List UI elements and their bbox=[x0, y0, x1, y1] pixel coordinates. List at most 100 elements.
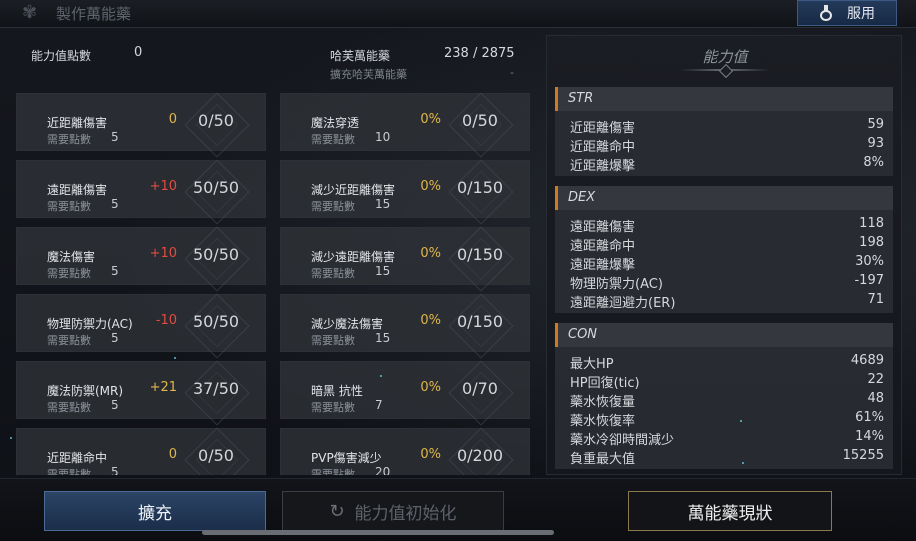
stat-label: 遠距離傷害 bbox=[570, 220, 636, 235]
stat-value: 93 bbox=[867, 136, 884, 151]
required-points-value: 5 bbox=[111, 465, 119, 475]
stat-label: HP回復(tic) bbox=[570, 376, 640, 391]
required-points-label: 需要點數 bbox=[47, 468, 91, 475]
stat-name: 減少魔法傷害 bbox=[311, 317, 384, 331]
stat-value: 30% bbox=[855, 254, 884, 269]
sparkle bbox=[174, 357, 176, 359]
sparkle bbox=[10, 437, 12, 439]
sparkle bbox=[740, 420, 742, 422]
elixir-stat-card[interactable]: 魔法防禦(MR) 需要點數 5 +21 37/50 bbox=[16, 360, 266, 426]
stat-value: 22 bbox=[867, 372, 884, 387]
stat-bonus: 0% bbox=[420, 380, 441, 395]
stat-level: 0/150 bbox=[456, 312, 504, 331]
elixir-stat-card[interactable]: 減少魔法傷害 需要點數 15 0% 0/150 bbox=[280, 293, 530, 359]
use-button[interactable]: 服用 bbox=[797, 0, 897, 26]
stat-name: 物理防禦力(AC) bbox=[47, 317, 133, 331]
elixir-stat-card[interactable]: 近距離傷害 需要點數 5 0 0/50 bbox=[16, 92, 266, 158]
stat-label: 遠距離命中 bbox=[570, 239, 636, 254]
elixir-stat-card[interactable]: 物理防禦力(AC) 需要點數 5 -10 50/50 bbox=[16, 293, 266, 359]
window-title: 製作萬能藥 bbox=[56, 5, 132, 23]
required-points-label: 需要點數 bbox=[47, 133, 91, 146]
stat-bonus: 0 bbox=[168, 447, 177, 462]
stat-label: 藥水冷卻時間減少 bbox=[570, 433, 675, 448]
stat-name: 魔法穿透 bbox=[311, 116, 360, 130]
elixir-stat-card[interactable]: 魔法穿透 需要點數 10 0% 0/50 bbox=[280, 92, 530, 158]
elixir-panel: 能力值點數 0 哈芙萬能藥 238 / 2875 擴充哈芙萬能藥 - 近距離傷害… bbox=[16, 35, 538, 475]
required-points-value: 5 bbox=[111, 130, 119, 144]
stat-group-header: DEX bbox=[555, 186, 893, 210]
stat-label: 近距離爆擊 bbox=[570, 159, 636, 174]
stat-name: 減少遠距離傷害 bbox=[311, 250, 396, 264]
stat-value: 71 bbox=[867, 292, 884, 307]
stat-value: 4689 bbox=[850, 353, 884, 368]
stat-bonus: 0% bbox=[420, 313, 441, 328]
stat-label: 近距離傷害 bbox=[570, 121, 636, 136]
elixir-stat-card[interactable]: 遠距離傷害 需要點數 5 +10 50/50 bbox=[16, 159, 266, 225]
stat-bonus: 0 bbox=[168, 112, 177, 127]
stat-row: 遠距離爆擊 30% bbox=[570, 254, 884, 273]
stat-name: 暗黑 抗性 bbox=[311, 384, 363, 398]
reset-stats-button[interactable]: ↻ 能力值初始化 bbox=[282, 491, 504, 531]
required-points-label: 需要點數 bbox=[47, 200, 91, 213]
stat-bonus: +10 bbox=[149, 179, 177, 194]
stat-row: 遠距離迴避力(ER) 71 bbox=[570, 292, 884, 311]
stat-label: 近距離命中 bbox=[570, 140, 636, 155]
elixir-stat-card[interactable]: PVP傷害減少 需要點數 20 0% 0/200 bbox=[280, 427, 530, 475]
sparkle bbox=[380, 375, 382, 377]
stat-name: 減少近距離傷害 bbox=[311, 183, 396, 197]
required-points-label: 需要點數 bbox=[311, 468, 355, 475]
stat-group-con: CON 最大HP 4689 HP回復(tic) 22 藥水恢復量 48 藥水恢復率 61% 藥水冷… bbox=[555, 323, 893, 469]
required-points-label: 需要點數 bbox=[47, 401, 91, 414]
stat-row: 物理防禦力(AC) -197 bbox=[570, 273, 884, 292]
elixir-stat-card[interactable]: 暗黑 抗性 需要點數 7 0% 0/70 bbox=[280, 360, 530, 426]
potion-icon bbox=[819, 5, 833, 21]
stat-value: 48 bbox=[867, 391, 884, 406]
crest-icon: ✾ bbox=[22, 2, 38, 23]
scrollbar[interactable] bbox=[202, 530, 554, 535]
stats-panel: 能力值 STR 近距離傷害 59 近距離命中 93 近距離爆擊 8% DEX 遠距離傷害 118 遠… bbox=[546, 35, 902, 475]
stat-bonus: -10 bbox=[155, 313, 177, 328]
title-bar: ✾ 製作萬能藥 服用 bbox=[0, 0, 916, 28]
elixir-label: 哈芙萬能藥 bbox=[330, 49, 391, 63]
stat-bonus: +21 bbox=[149, 380, 177, 395]
stat-group-header: CON bbox=[555, 323, 893, 347]
stat-row: 藥水冷卻時間減少 14% bbox=[570, 429, 884, 448]
required-points-value: 10 bbox=[375, 130, 391, 144]
stat-label: 最大HP bbox=[570, 357, 614, 372]
required-points-label: 需要點數 bbox=[47, 334, 91, 347]
stat-value: 14% bbox=[855, 429, 884, 444]
use-button-label: 服用 bbox=[847, 6, 875, 22]
required-points-value: 5 bbox=[111, 197, 119, 211]
sparkle bbox=[742, 462, 744, 464]
required-points-label: 需要點數 bbox=[311, 334, 355, 347]
stat-name: 近距離傷害 bbox=[47, 116, 108, 130]
elixir-stat-card[interactable]: 減少遠距離傷害 需要點數 15 0% 0/150 bbox=[280, 226, 530, 292]
stat-row: 遠距離傷害 118 bbox=[570, 216, 884, 235]
stat-bonus: 0% bbox=[420, 112, 441, 127]
elixir-stat-card[interactable]: 魔法傷害 需要點數 5 +10 50/50 bbox=[16, 226, 266, 292]
stat-row: 近距離命中 93 bbox=[570, 136, 884, 155]
stat-level: 37/50 bbox=[192, 379, 240, 398]
stat-name: PVP傷害減少 bbox=[311, 451, 382, 465]
stat-value: 15255 bbox=[842, 448, 884, 463]
required-points-value: 15 bbox=[375, 197, 391, 211]
reset-button-label: 能力值初始化 bbox=[354, 503, 457, 524]
stat-group-name: DEX bbox=[568, 190, 596, 205]
required-points-value: 5 bbox=[111, 264, 119, 278]
stat-value: 61% bbox=[855, 410, 884, 425]
stat-name: 魔法防禦(MR) bbox=[47, 384, 124, 398]
stat-row: 負重最大值 15255 bbox=[570, 448, 884, 467]
elixir-stat-card[interactable]: 近距離命中 需要點數 5 0 0/50 bbox=[16, 427, 266, 475]
elixir-stat-card[interactable]: 減少近距離傷害 需要點數 15 0% 0/150 bbox=[280, 159, 530, 225]
stat-level: 0/150 bbox=[456, 245, 504, 264]
status-button-label: 萬能藥現狀 bbox=[687, 503, 773, 524]
elixir-status-button[interactable]: 萬能藥現狀 bbox=[628, 491, 832, 531]
stat-row: 最大HP 4689 bbox=[570, 353, 884, 372]
reset-icon: ↻ bbox=[329, 500, 345, 522]
expand-button-label: 擴充 bbox=[138, 503, 172, 524]
expand-button[interactable]: 擴充 bbox=[44, 491, 266, 531]
required-points-value: 15 bbox=[375, 331, 391, 345]
stat-level: 0/150 bbox=[456, 178, 504, 197]
stat-bonus: +10 bbox=[149, 246, 177, 261]
stat-level: 0/70 bbox=[462, 379, 498, 398]
